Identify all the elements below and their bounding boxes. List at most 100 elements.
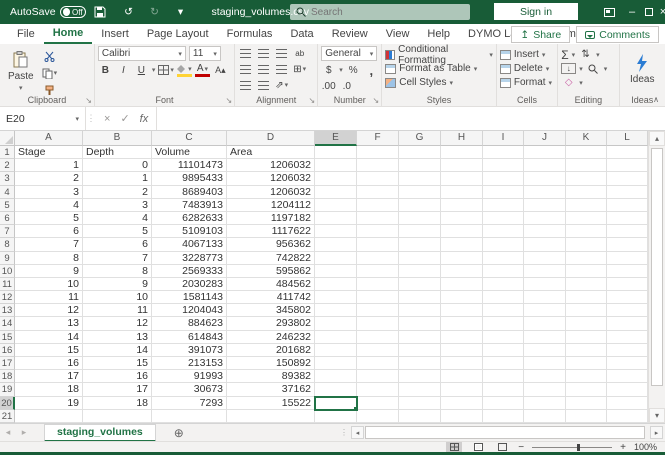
cell-K4[interactable] (566, 186, 607, 199)
cell-B18[interactable]: 16 (83, 370, 152, 383)
cell-F2[interactable] (357, 159, 399, 172)
cell-L18[interactable] (607, 370, 648, 383)
cell-C4[interactable]: 8689403 (152, 186, 227, 199)
cell-D3[interactable]: 1206032 (227, 172, 315, 185)
cell-J2[interactable] (524, 159, 566, 172)
cell-L11[interactable] (607, 278, 648, 291)
cell-J20[interactable] (524, 397, 566, 410)
cell-A11[interactable]: 10 (15, 278, 83, 291)
cell-C17[interactable]: 213153 (152, 357, 227, 370)
tab-view[interactable]: View (377, 24, 419, 44)
cell-E13[interactable] (315, 304, 357, 317)
fill-color-icon[interactable]: ▾ (177, 63, 192, 77)
comments-button[interactable]: Comments (576, 26, 659, 43)
cell-J19[interactable] (524, 383, 566, 396)
paste-dropdown-icon[interactable]: ▾ (19, 84, 23, 92)
cell-I9[interactable] (483, 252, 524, 265)
autosave-toggle[interactable]: AutoSave Off (10, 6, 86, 18)
cell-E8[interactable] (315, 238, 357, 251)
cell-K16[interactable] (566, 344, 607, 357)
cell-B3[interactable]: 1 (83, 172, 152, 185)
percent-style-icon[interactable]: % (346, 63, 361, 77)
alignment-launcher-icon[interactable]: ↘ (309, 96, 316, 105)
row-header-6[interactable]: 6 (0, 212, 15, 225)
normal-view-button[interactable] (446, 442, 462, 452)
cell-D10[interactable]: 595862 (227, 265, 315, 278)
cell-H12[interactable] (441, 291, 483, 304)
cell-E10[interactable] (315, 265, 357, 278)
col-header-C[interactable]: C (152, 131, 227, 146)
cell-C5[interactable]: 7483913 (152, 199, 227, 212)
cell-C19[interactable]: 30673 (152, 383, 227, 396)
row-header-4[interactable]: 4 (0, 186, 15, 199)
cell-A9[interactable]: 8 (15, 252, 83, 265)
cell-E9[interactable] (315, 252, 357, 265)
comma-style-icon[interactable]: , (364, 63, 379, 77)
cell-E2[interactable] (315, 159, 357, 172)
cell-E11[interactable] (315, 278, 357, 291)
col-header-L[interactable]: L (607, 131, 648, 146)
cell-F12[interactable] (357, 291, 399, 304)
cell-D8[interactable]: 956362 (227, 238, 315, 251)
col-header-A[interactable]: A (15, 131, 83, 146)
row-header-12[interactable]: 12 (0, 291, 15, 304)
align-center-icon[interactable] (256, 62, 271, 76)
cell-D12[interactable]: 411742 (227, 291, 315, 304)
cell-A20[interactable]: 19 (15, 397, 83, 410)
cell-D1[interactable]: Area (227, 146, 315, 159)
cell-A14[interactable]: 13 (15, 317, 83, 330)
row-header-2[interactable]: 2 (0, 159, 15, 172)
cell-D17[interactable]: 150892 (227, 357, 315, 370)
cell-K15[interactable] (566, 331, 607, 344)
cell-C9[interactable]: 3228773 (152, 252, 227, 265)
col-header-B[interactable]: B (83, 131, 152, 146)
italic-button[interactable]: I (116, 63, 131, 77)
cell-E20[interactable] (315, 397, 357, 410)
cell-L17[interactable] (607, 357, 648, 370)
cell-E1[interactable] (315, 146, 357, 159)
cell-F20[interactable] (357, 397, 399, 410)
row-header-10[interactable]: 10 (0, 265, 15, 278)
cell-J6[interactable] (524, 212, 566, 225)
font-launcher-icon[interactable]: ↘ (226, 96, 233, 105)
cell-B1[interactable]: Depth (83, 146, 152, 159)
wrap-text-icon[interactable]: ab (292, 46, 307, 60)
cell-I15[interactable] (483, 331, 524, 344)
cell-J17[interactable] (524, 357, 566, 370)
collapse-ribbon-icon[interactable]: ∧ (653, 95, 659, 104)
cell-G18[interactable] (399, 370, 441, 383)
cell-F1[interactable] (357, 146, 399, 159)
align-right-icon[interactable] (274, 62, 289, 76)
find-select-icon[interactable] (586, 62, 601, 76)
cell-A2[interactable]: 1 (15, 159, 83, 172)
cell-K18[interactable] (566, 370, 607, 383)
cell-G5[interactable] (399, 199, 441, 212)
row-header-19[interactable]: 19 (0, 383, 15, 396)
cell-H14[interactable] (441, 317, 483, 330)
cell-A3[interactable]: 2 (15, 172, 83, 185)
cell-J12[interactable] (524, 291, 566, 304)
fill-icon[interactable]: ↓ (561, 63, 576, 74)
cell-I16[interactable] (483, 344, 524, 357)
cell-I21[interactable] (483, 410, 524, 423)
cell-G8[interactable] (399, 238, 441, 251)
number-launcher-icon[interactable]: ↘ (373, 96, 380, 105)
cell-H9[interactable] (441, 252, 483, 265)
cell-J4[interactable] (524, 186, 566, 199)
format-as-table-button[interactable]: Format as Table ▾ (385, 62, 493, 75)
cell-L1[interactable] (607, 146, 648, 159)
orientation-icon[interactable]: ⇗▾ (274, 78, 289, 92)
cell-L7[interactable] (607, 225, 648, 238)
cell-E6[interactable] (315, 212, 357, 225)
insert-function-icon[interactable]: fx (140, 113, 149, 125)
borders-icon[interactable]: ▾ (158, 63, 174, 77)
merge-center-icon[interactable]: ⊞▾ (292, 62, 307, 76)
cell-J9[interactable] (524, 252, 566, 265)
tab-file[interactable]: File (8, 24, 44, 44)
cell-J8[interactable] (524, 238, 566, 251)
ribbon-display-options-icon[interactable] (598, 0, 620, 24)
cell-B14[interactable]: 12 (83, 317, 152, 330)
cell-G1[interactable] (399, 146, 441, 159)
cell-K8[interactable] (566, 238, 607, 251)
paste-button[interactable]: Paste ▾ (3, 46, 39, 97)
